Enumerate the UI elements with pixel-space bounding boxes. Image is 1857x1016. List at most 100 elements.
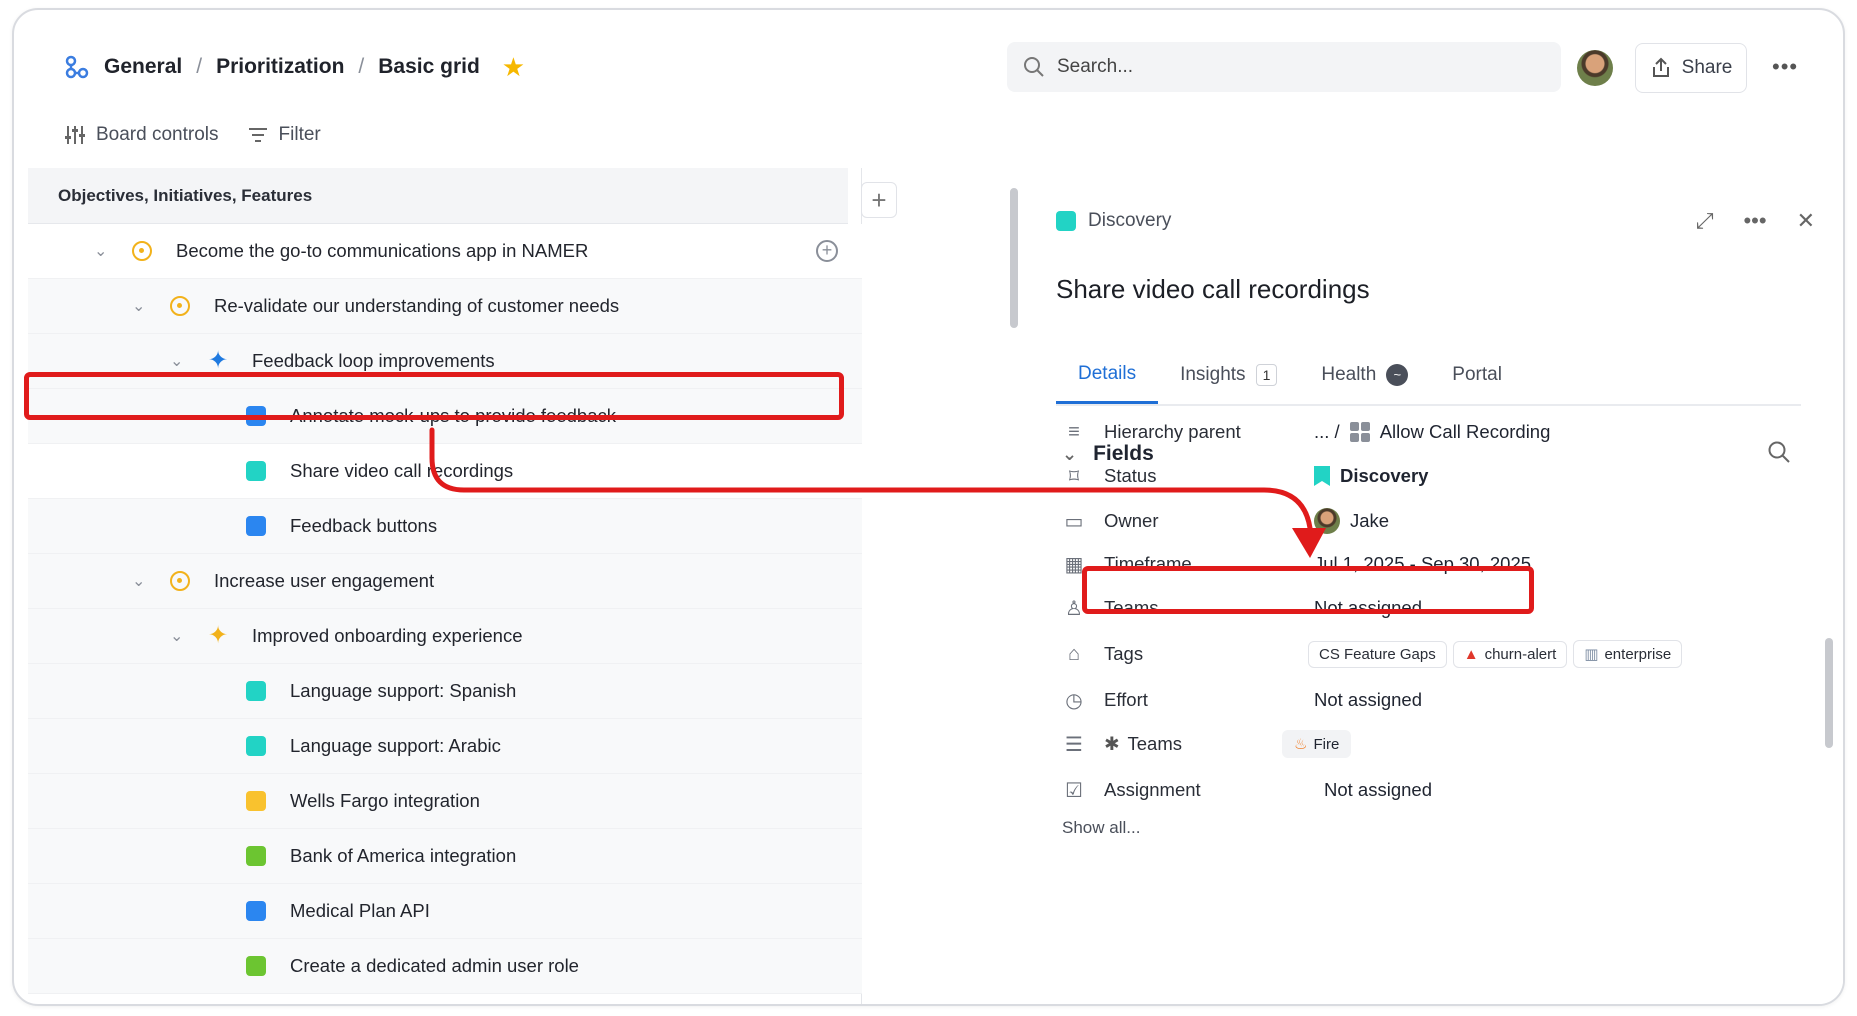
- add-column-button[interactable]: +: [861, 182, 897, 218]
- effort-value[interactable]: Not assigned: [1314, 689, 1422, 711]
- row-label: Increase user engagement: [214, 570, 435, 591]
- breadcrumb-general[interactable]: General: [104, 55, 182, 79]
- owner-value[interactable]: Jake: [1314, 508, 1389, 534]
- breadcrumb: General / Prioritization / Basic grid ★: [64, 54, 525, 80]
- search-input[interactable]: [1057, 56, 1537, 78]
- feature-icon: [246, 736, 266, 756]
- tab-label: Health: [1321, 364, 1377, 385]
- chevron-down-icon[interactable]: ⌄: [170, 626, 183, 646]
- grid-row[interactable]: Wells Fargo integration: [28, 774, 862, 829]
- grid-row-selected[interactable]: Share video call recordings: [28, 444, 862, 499]
- field-name: Effort: [1104, 689, 1148, 710]
- grid-row[interactable]: ⌄ Re-validate our understanding of custo…: [28, 279, 862, 334]
- share-label: Share: [1681, 57, 1733, 78]
- grid-rows: ⌄ Become the go-to communications app in…: [28, 224, 862, 994]
- tab-portal[interactable]: Portal: [1430, 346, 1524, 404]
- workspace-logo-icon: [65, 55, 89, 79]
- grid-row[interactable]: ⌄ Increase user engagement: [28, 554, 862, 609]
- initiative-icon: ✦: [208, 347, 229, 374]
- tag-label: enterprise: [1604, 645, 1672, 663]
- search-box[interactable]: [1007, 42, 1561, 92]
- panel-scrollbar[interactable]: [1825, 638, 1833, 748]
- more-options-icon[interactable]: •••: [1743, 208, 1766, 234]
- show-all-link[interactable]: Show all...: [1062, 818, 1140, 838]
- breadcrumb-basic-grid[interactable]: Basic grid: [378, 55, 480, 79]
- tab-insights[interactable]: Insights 1: [1158, 346, 1299, 404]
- field-name: Assignment: [1104, 779, 1201, 800]
- grid-row[interactable]: Medical Plan API: [28, 884, 862, 939]
- feature-icon: [246, 956, 266, 976]
- feature-icon: [246, 846, 266, 866]
- close-icon[interactable]: ✕: [1797, 208, 1815, 234]
- app-window: General / Prioritization / Basic grid ★ …: [12, 8, 1845, 1006]
- tab-health[interactable]: Health ~: [1299, 346, 1430, 404]
- grid-column-header[interactable]: Objectives, Initiatives, Features: [28, 168, 848, 224]
- hierarchy-icon: ≡: [1068, 420, 1080, 443]
- board-controls-button[interactable]: Board controls: [64, 124, 219, 146]
- field-name: Teams: [1127, 733, 1183, 754]
- health-icon: ~: [1386, 364, 1409, 386]
- field-owner: ▭ Owner Jake: [1062, 508, 1389, 534]
- field-hierarchy-parent: ≡ Hierarchy parent ... / Allow Call Reco…: [1062, 420, 1550, 444]
- breadcrumb-separator: /: [196, 55, 203, 78]
- fire-chip[interactable]: ♨ Fire: [1282, 730, 1352, 758]
- checkbox-icon: ☑: [1065, 779, 1083, 802]
- filter-button[interactable]: Filter: [247, 124, 321, 146]
- add-child-icon[interactable]: +: [816, 240, 838, 262]
- search-icon[interactable]: [1767, 440, 1791, 464]
- teams-custom-value[interactable]: ♨ Fire: [1282, 730, 1352, 758]
- chevron-down-icon[interactable]: ⌄: [132, 571, 145, 591]
- chevron-down-icon[interactable]: ⌄: [170, 351, 183, 371]
- expand-icon[interactable]: ⤢: [1696, 208, 1714, 234]
- row-label: Improved onboarding experience: [252, 625, 523, 646]
- tag-label: CS Feature Gaps: [1319, 645, 1436, 663]
- tag-chip[interactable]: CS Feature Gaps: [1308, 640, 1447, 668]
- feature-icon: [246, 901, 266, 921]
- tab-label: Details: [1078, 362, 1137, 384]
- assignment-value[interactable]: Not assigned: [1324, 779, 1432, 801]
- field-name: Tags: [1104, 643, 1144, 664]
- toolbar: Board controls Filter: [64, 124, 321, 146]
- panel-status-label: Discovery: [1088, 210, 1172, 231]
- row-label: Language support: Arabic: [290, 735, 501, 756]
- owner-name: Jake: [1350, 510, 1390, 531]
- row-label: Share video call recordings: [290, 460, 514, 481]
- more-options-icon[interactable]: •••: [1772, 54, 1798, 80]
- top-bar: General / Prioritization / Basic grid ★ …: [14, 10, 1843, 145]
- grid-scrollbar[interactable]: [1010, 188, 1018, 328]
- user-avatar[interactable]: [1577, 50, 1613, 86]
- tab-label: Portal: [1452, 364, 1502, 385]
- tag-label: churn-alert: [1484, 645, 1557, 663]
- field-name: Owner: [1104, 510, 1159, 531]
- board-controls-label: Board controls: [96, 124, 219, 145]
- bookmark-icon: ⌑: [1068, 465, 1080, 488]
- row-label: Bank of America integration: [290, 845, 517, 866]
- filter-label: Filter: [278, 124, 321, 145]
- chevron-down-icon[interactable]: ⌄: [1062, 444, 1077, 465]
- favorite-star-icon[interactable]: ★: [502, 54, 525, 80]
- tab-details[interactable]: Details: [1056, 346, 1159, 404]
- field-value[interactable]: ... / Allow Call Recording: [1314, 421, 1550, 443]
- grid-row[interactable]: Create a dedicated admin user role: [28, 939, 862, 994]
- tags-value[interactable]: CS Feature Gaps ▲ churn-alert ▥ enterprise: [1308, 640, 1683, 668]
- row-label: Create a dedicated admin user role: [290, 955, 579, 976]
- panel-title[interactable]: Share video call recordings: [1056, 274, 1370, 305]
- grid-row[interactable]: Feedback buttons: [28, 499, 862, 554]
- tag-chip[interactable]: ▥ enterprise: [1573, 640, 1683, 668]
- search-icon: [1024, 57, 1044, 77]
- field-tags: ⌂ Tags CS Feature Gaps ▲ churn-alert ▥ ent…: [1062, 640, 1683, 668]
- status-value[interactable]: Discovery: [1314, 465, 1428, 487]
- grid-row[interactable]: Bank of America integration: [28, 829, 862, 884]
- breadcrumb-prioritization[interactable]: Prioritization: [216, 55, 344, 79]
- status-color-icon: [1056, 211, 1076, 231]
- grid-row[interactable]: Language support: Arabic: [28, 719, 862, 774]
- grid-row[interactable]: ⌄ Become the go-to communications app in…: [28, 224, 862, 279]
- fields-section-header[interactable]: ⌄ Fields: [1062, 442, 1154, 466]
- field-name: Status: [1104, 465, 1157, 486]
- share-button[interactable]: Share: [1635, 43, 1747, 93]
- chevron-down-icon[interactable]: ⌄: [94, 241, 107, 261]
- grid-row[interactable]: ⌄ ✦ Improved onboarding experience: [28, 609, 862, 664]
- chevron-down-icon[interactable]: ⌄: [132, 296, 145, 316]
- tag-chip[interactable]: ▲ churn-alert: [1452, 640, 1568, 668]
- grid-row[interactable]: Language support: Spanish: [28, 664, 862, 719]
